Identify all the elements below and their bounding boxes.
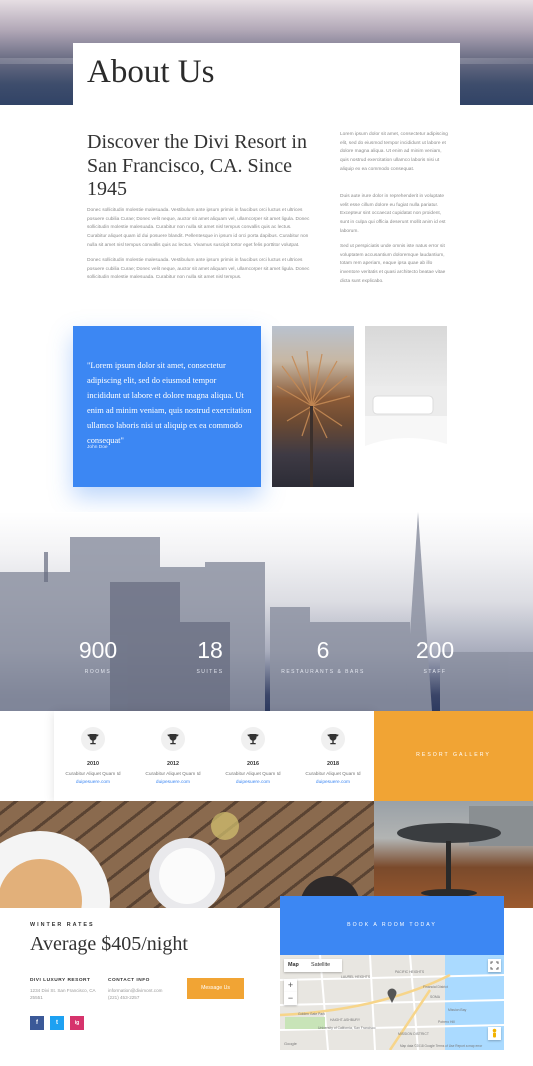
award-text: Curabitur Aliquet Quam Id bbox=[305, 772, 361, 777]
bedroom-photo bbox=[365, 326, 447, 487]
map-label: SOMA bbox=[430, 995, 440, 999]
testimonial-quote: "Lorem ipsum dolor sit amet, consectetur… bbox=[87, 361, 252, 445]
stat-restaurants-label: RESTAURANTS & BARS bbox=[281, 669, 365, 675]
twitter-icon[interactable]: t bbox=[50, 1016, 64, 1030]
intro-paragraph: Donec sollicitudin molestie malesuada. V… bbox=[87, 258, 310, 281]
testimonial-author: John Doe bbox=[87, 445, 108, 450]
street-view-icon[interactable] bbox=[488, 1027, 501, 1040]
trophy-icon bbox=[81, 727, 105, 751]
contact-email[interactable]: information@divimont.com bbox=[108, 987, 162, 994]
award-link[interactable]: duipesuere.com bbox=[298, 780, 368, 785]
map-label: University of California, San Francisco bbox=[318, 1026, 376, 1030]
fullscreen-icon[interactable] bbox=[488, 959, 501, 972]
award-year: 2012 bbox=[167, 761, 179, 767]
award-link[interactable]: duipesuere.com bbox=[58, 780, 128, 785]
resort-info-heading: DIVI LUXURY RESORT bbox=[30, 978, 91, 983]
map-label: HAIGHT-ASHBURY bbox=[330, 1018, 361, 1022]
map-label: LAUREL HEIGHTS bbox=[341, 975, 371, 979]
map-attribution[interactable]: Map data ©2018 Google Terms of Use Repor… bbox=[400, 1044, 482, 1048]
award-text: Curabitur Aliquet Quam Id bbox=[65, 772, 121, 777]
breakfast-table-photo bbox=[0, 801, 374, 908]
map-label: Financial District bbox=[423, 985, 448, 989]
trophy-icon bbox=[241, 727, 265, 751]
awards-panel bbox=[54, 711, 374, 801]
resort-address: 1234 Divi St. San Francisco, CA bbox=[30, 988, 96, 993]
map-label: Potrero Hill bbox=[438, 1020, 455, 1024]
stat-suites-label: SUITES bbox=[196, 669, 224, 675]
trophy-icon bbox=[321, 727, 345, 751]
stat-rooms-number: 900 bbox=[78, 637, 118, 663]
map-label: Golden Gate Park bbox=[298, 1012, 326, 1016]
zoom-out-button[interactable]: − bbox=[284, 992, 297, 1005]
map-label: PACIFIC HEIGHTS bbox=[395, 970, 425, 974]
google-logo: Google bbox=[284, 1041, 297, 1046]
facebook-icon[interactable]: f bbox=[30, 1016, 44, 1030]
map-tab-satellite[interactable]: Satellite bbox=[311, 962, 330, 968]
award-text: Curabitur Aliquet Quam Id bbox=[225, 772, 281, 777]
page-title: About Us bbox=[87, 54, 215, 90]
book-room-label[interactable]: BOOK A ROOM TODAY bbox=[280, 922, 504, 928]
map-label: MISSION DISTRICT bbox=[398, 1032, 429, 1036]
resort-zip: 25551 bbox=[30, 995, 43, 1000]
award-year: 2018 bbox=[327, 761, 339, 767]
intro-heading: Discover the Divi Resort in San Francisc… bbox=[87, 131, 307, 200]
award-link[interactable]: duipesuere.com bbox=[138, 780, 208, 785]
award-year: 2010 bbox=[87, 761, 99, 767]
side-paragraph: Lorem ipsum dolor sit amet, consectetur … bbox=[340, 132, 448, 172]
side-paragraph: Duis aute irure dolor in reprehenderit i… bbox=[340, 194, 446, 234]
map-tab-map[interactable]: Map bbox=[288, 962, 299, 968]
side-paragraph: Sed ut perspiciatis unde omnis iste natu… bbox=[340, 244, 446, 284]
contact-info-heading: CONTACT INFO bbox=[108, 978, 150, 983]
stat-staff-label: STAFF bbox=[423, 669, 447, 675]
intro-paragraph: Donec sollicitudin molestie malesuada. V… bbox=[87, 208, 310, 248]
lounge-interior-photo bbox=[374, 801, 533, 908]
rates-price: Average $405/night bbox=[30, 933, 188, 955]
award-text: Curabitur Aliquet Quam Id bbox=[145, 772, 201, 777]
contact-phone: (221) 453-2257 bbox=[108, 995, 140, 1000]
stat-rooms-label: ROOMS bbox=[84, 669, 112, 675]
resort-gallery-label[interactable]: RESORT GALLERY bbox=[374, 752, 533, 758]
message-us-button[interactable]: Message Us bbox=[187, 978, 244, 999]
zoom-in-button[interactable]: + bbox=[284, 979, 297, 992]
award-link[interactable]: duipesuere.com bbox=[218, 780, 288, 785]
stat-restaurants-number: 6 bbox=[316, 637, 330, 663]
stat-suites-number: 18 bbox=[197, 637, 223, 663]
instagram-icon[interactable]: ig bbox=[70, 1016, 84, 1030]
map-label: Mission Bay bbox=[448, 1008, 467, 1012]
stat-staff-number: 200 bbox=[415, 637, 455, 663]
city-skyline-banner bbox=[0, 512, 533, 711]
trophy-icon bbox=[161, 727, 185, 751]
award-year: 2016 bbox=[247, 761, 259, 767]
rates-label: WINTER RATES bbox=[30, 922, 95, 928]
dried-grass-photo bbox=[272, 326, 354, 487]
